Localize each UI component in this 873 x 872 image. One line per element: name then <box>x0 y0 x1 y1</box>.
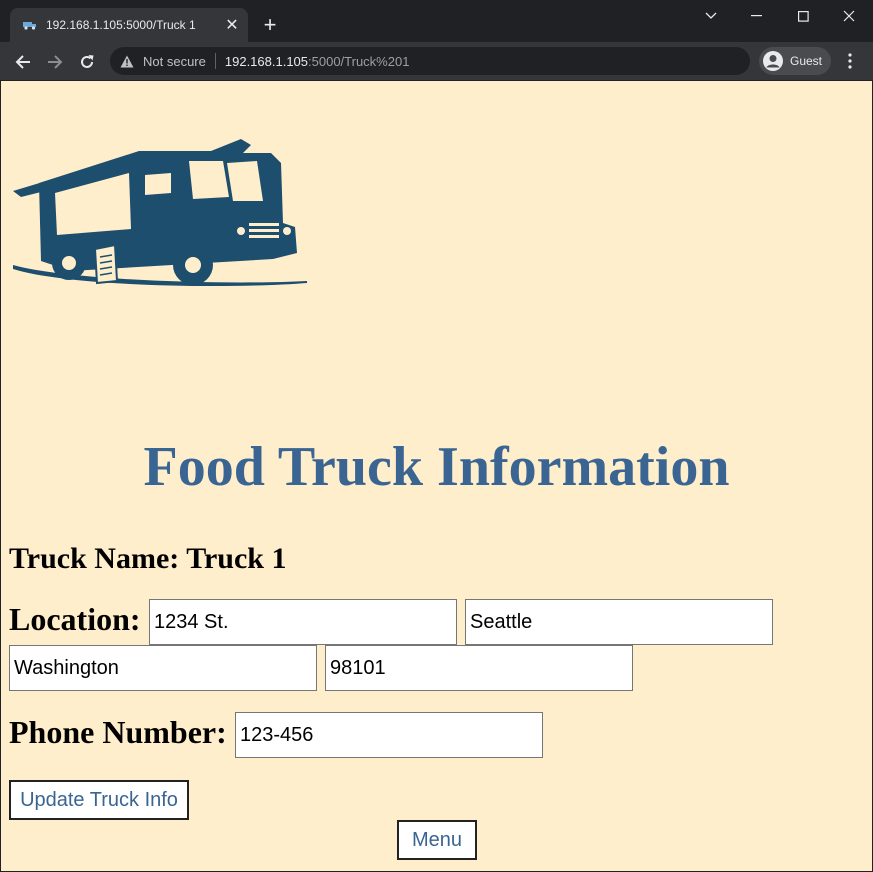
update-truck-info-button[interactable]: Update Truck Info <box>9 780 189 820</box>
omnibox-divider <box>214 53 216 69</box>
close-window-icon[interactable] <box>826 4 872 28</box>
tab-title: 192.168.1.105:5000/Truck 1 <box>46 18 196 32</box>
truck-favicon-icon <box>22 17 38 33</box>
new-tab-button[interactable]: + <box>258 12 282 38</box>
more-options-icon[interactable] <box>840 49 860 73</box>
city-field[interactable] <box>465 599 773 645</box>
maximize-icon[interactable] <box>780 4 826 28</box>
street-field[interactable] <box>149 599 457 645</box>
menu-button[interactable]: Menu <box>397 820 477 860</box>
profile-label: Guest <box>790 54 823 68</box>
avatar-icon <box>762 50 784 72</box>
phone-label: Phone Number: <box>9 714 227 750</box>
reload-icon[interactable] <box>73 48 101 76</box>
tab-search-icon[interactable] <box>688 4 734 28</box>
food-truck-logo <box>11 131 307 297</box>
page-title: Food Truck Information <box>143 436 730 498</box>
location-label: Location: <box>9 601 141 637</box>
address-bar[interactable]: Not secure 192.168.1.105:5000/Truck%201 <box>110 47 750 75</box>
url-path: :5000/Truck%201 <box>308 53 410 69</box>
warning-icon[interactable] <box>120 53 136 69</box>
tab-strip: 192.168.1.105:5000/Truck 1 ✕ + <box>0 0 873 42</box>
page-content: Food Truck Information Truck Name: Truck… <box>1 81 872 871</box>
back-arrow-icon[interactable] <box>9 48 37 76</box>
minimize-icon[interactable] <box>734 4 780 28</box>
truck-name-heading: Truck Name: Truck 1 <box>9 542 287 575</box>
browser-tab[interactable]: 192.168.1.105:5000/Truck 1 ✕ <box>10 8 248 42</box>
forward-arrow-icon[interactable] <box>41 48 69 76</box>
zip-field[interactable] <box>325 645 633 691</box>
url-host: 192.168.1.105 <box>224 53 309 69</box>
not-secure-label[interactable]: Not secure <box>143 54 206 69</box>
state-field[interactable] <box>9 645 317 691</box>
tab-close-icon[interactable]: ✕ <box>222 15 242 35</box>
profile-button[interactable]: Guest <box>759 47 831 75</box>
phone-field[interactable] <box>235 712 543 758</box>
